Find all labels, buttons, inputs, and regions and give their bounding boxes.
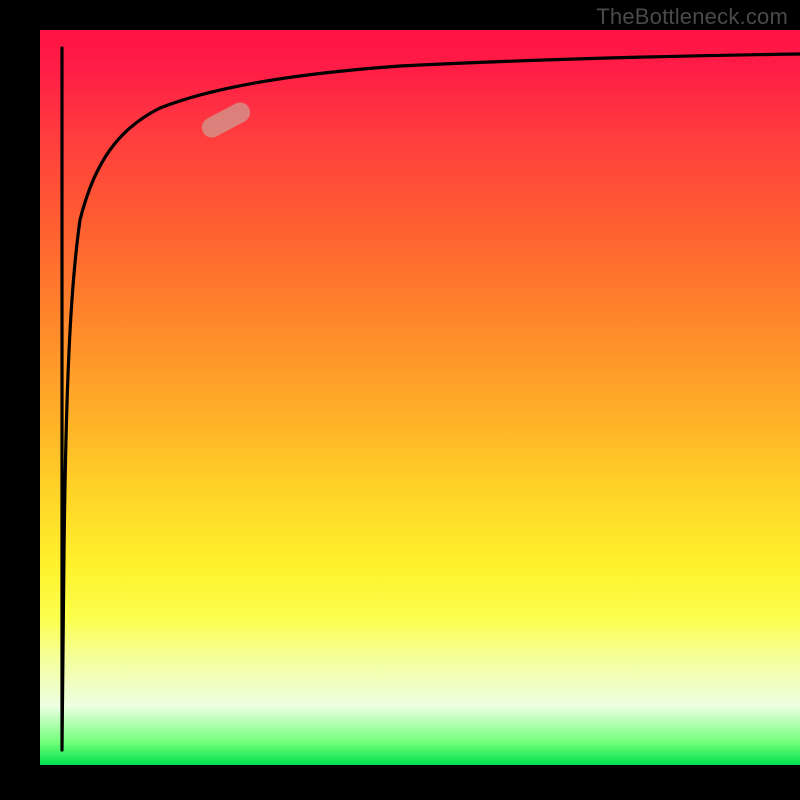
watermark-text: TheBottleneck.com <box>596 4 788 30</box>
chart-curve-svg <box>40 30 800 765</box>
curve-path <box>62 48 800 750</box>
chart-frame <box>40 30 800 765</box>
